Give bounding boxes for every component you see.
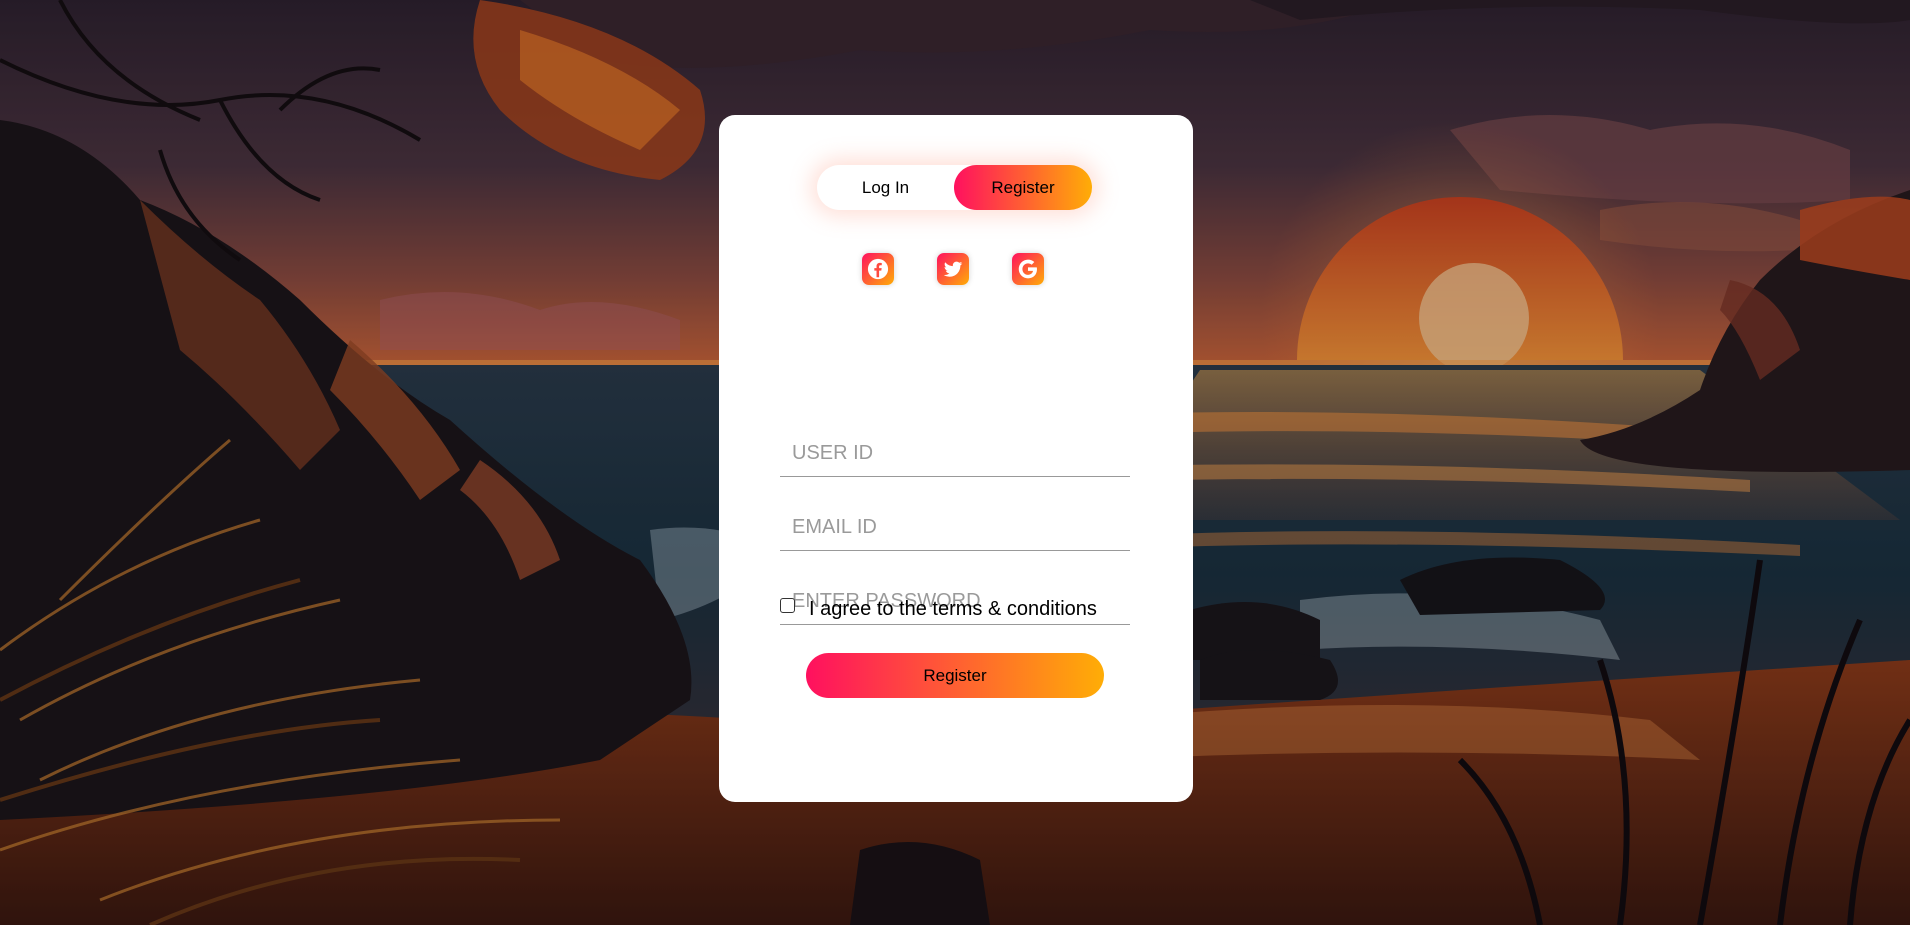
twitter-login-button[interactable] bbox=[937, 253, 969, 285]
twitter-icon bbox=[943, 261, 963, 277]
user-id-input[interactable] bbox=[780, 431, 1130, 477]
email-id-input[interactable] bbox=[780, 505, 1130, 551]
terms-checkbox[interactable] bbox=[780, 598, 795, 613]
terms-label: I agree to the terms & conditions bbox=[809, 598, 1097, 620]
facebook-icon bbox=[867, 258, 889, 280]
google-login-button[interactable] bbox=[1012, 253, 1044, 285]
register-tab[interactable]: Register bbox=[954, 165, 1092, 210]
register-card: Log In Register I agree to the terms & c… bbox=[719, 115, 1193, 802]
google-icon bbox=[1018, 259, 1037, 279]
facebook-login-button[interactable] bbox=[862, 253, 894, 285]
register-submit-button[interactable]: Register bbox=[806, 653, 1104, 698]
login-register-toggle: Log In Register bbox=[817, 165, 1092, 210]
terms-row: I agree to the terms & conditions bbox=[780, 598, 1140, 620]
login-tab[interactable]: Log In bbox=[817, 165, 954, 210]
